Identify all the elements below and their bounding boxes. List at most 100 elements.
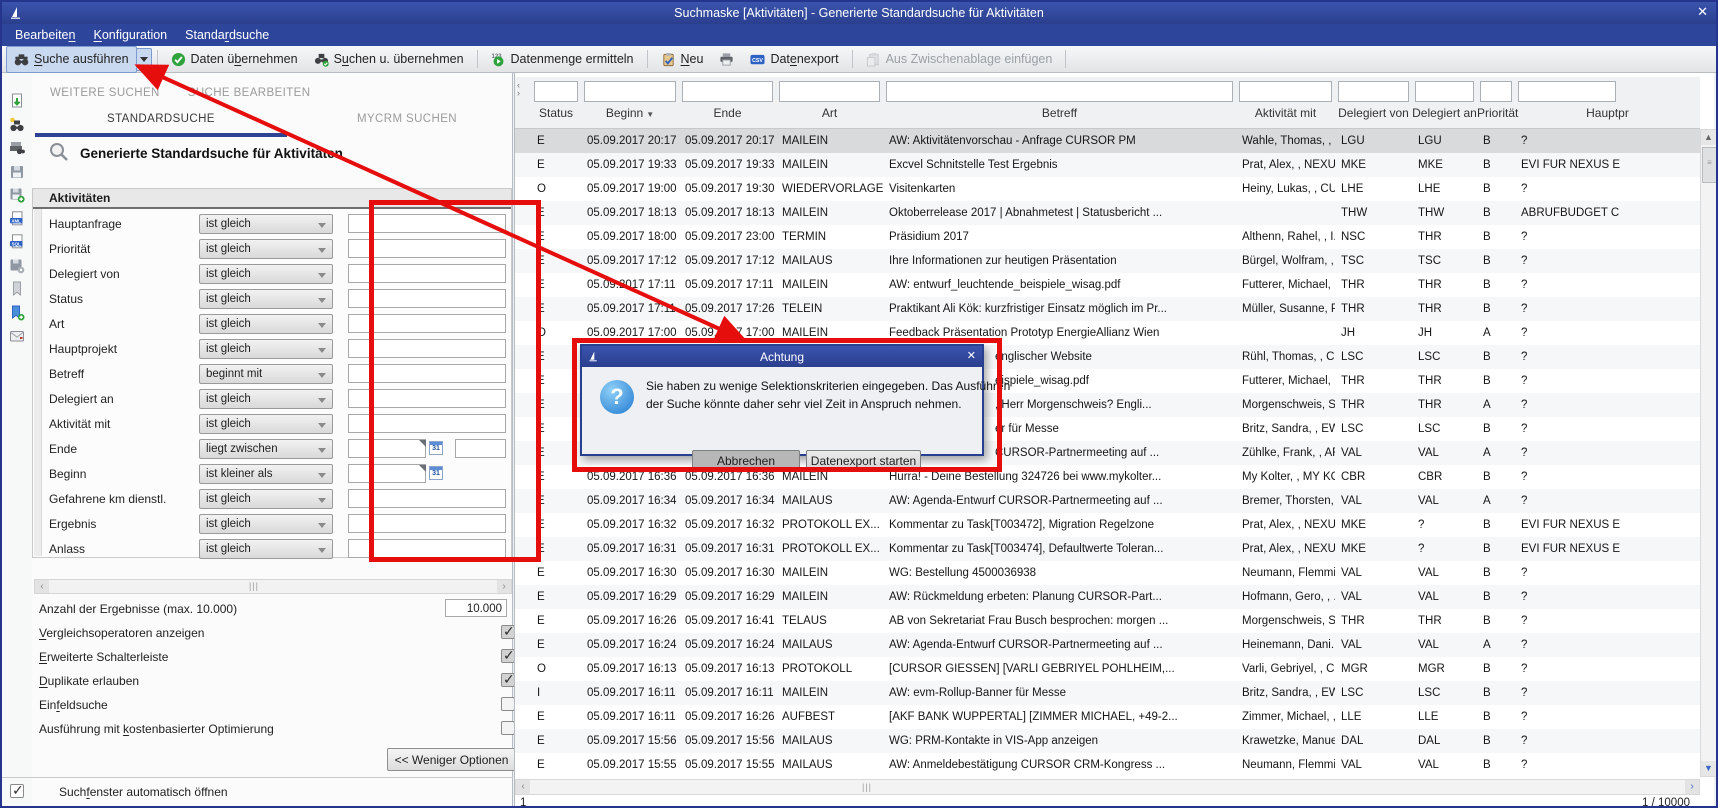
value-input[interactable] [348,389,506,408]
tab-weitere-suchen[interactable]: WEITERE SUCHEN [50,87,160,99]
table-row[interactable]: E05.09.2017 16:3205.09.2017 16:32PROTOKO… [515,513,1700,537]
table-row[interactable]: O05.09.2017 17:0005.09.2017 17:00MAILEIN… [515,321,1700,345]
scroll-left-icon[interactable]: ‹ [35,580,49,593]
datenmenge-ermitteln-button[interactable]: 123Datenmenge ermitteln [483,46,642,73]
filter-input-beginn[interactable] [584,81,676,102]
criteria-hscrollbar[interactable]: ‹ ||| › [34,579,512,594]
option-checkbox-erweiterte-schalterleiste[interactable] [501,649,515,663]
option-checkbox-duplikate-erlauben[interactable] [501,673,515,687]
value-input[interactable] [348,264,506,283]
filter-input-delvon[interactable] [1338,81,1409,102]
calendar-icon[interactable]: 31 [429,441,443,455]
table-row[interactable]: E05.09.2017 17:1205.09.2017 17:12MAILAUS… [515,249,1700,273]
operator-select[interactable]: ist gleich [199,314,333,334]
suchen-u-übernehmen-button[interactable]: Suchen u. übernehmen [306,46,472,73]
option-checkbox-vergleichsoperatoren-anzeigen[interactable] [501,625,515,639]
close-icon[interactable]: ✕ [1697,4,1708,20]
table-row[interactable]: E05.09.2017 17:1105.09.2017 17:26TELEINP… [515,297,1700,321]
filter-input-art[interactable] [779,81,880,102]
xml-export-icon[interactable]: XML [9,211,26,228]
value-input[interactable] [348,214,506,233]
table-row[interactable]: I05.09.2017 16:1105.09.2017 16:11MAILEIN… [515,681,1700,705]
operator-select[interactable]: ist gleich [199,239,333,259]
bookmark-icon[interactable] [9,281,26,298]
operator-select[interactable]: ist gleich [199,389,333,409]
suche-ausführen-button[interactable]: Suche ausführen [6,46,137,73]
table-hscrollbar[interactable]: ‹ ||| › [515,779,1700,795]
date-to-input[interactable] [455,439,506,458]
value-input[interactable] [348,489,506,508]
cancel-button[interactable]: Abbrechen [692,450,800,472]
daten-übernehmen-button[interactable]: Daten übernehmen [163,46,306,73]
filter-input-haupt[interactable] [1518,81,1616,102]
value-input[interactable] [348,364,506,383]
column-header-delan[interactable]: Delegiert an [1412,77,1477,128]
table-row[interactable]: O05.09.2017 16:1305.09.2017 16:13PROTOKO… [515,657,1700,681]
column-header-beginn[interactable]: Beginn▼ [581,77,679,128]
scroll-right-icon[interactable]: › [1685,780,1699,794]
column-header-akt[interactable]: Aktivität mit [1236,77,1335,128]
value-input[interactable] [348,514,506,533]
save-settings-icon[interactable] [9,258,26,275]
operator-select[interactable]: liegt zwischen [199,439,333,459]
operator-select[interactable]: ist gleich [199,414,333,434]
table-row[interactable]: E05.09.2017 18:0005.09.2017 23:00TERMINP… [515,225,1700,249]
datenexport-button[interactable]: CSVDatenexport [742,46,846,73]
scroll-down-icon[interactable]: ▼ [1701,761,1716,776]
tab-standardsuche[interactable]: STANDARDSUCHE [107,113,215,125]
value-input[interactable] [348,289,506,308]
save-icon[interactable] [9,164,26,181]
new-search-icon[interactable] [9,117,26,134]
table-row[interactable]: E05.09.2017 16:3105.09.2017 16:31PROTOKO… [515,537,1700,561]
menu-standardsuche[interactable]: Standardsuche [176,26,278,44]
operator-select[interactable]: ist gleich [199,339,333,359]
table-row[interactable]: E05.09.2017 16:3405.09.2017 16:34MAILAUS… [515,489,1700,513]
operator-select[interactable]: ist gleich [199,489,333,509]
value-input[interactable] [348,239,506,258]
table-row[interactable]: E05.09.2017 18:1305.09.2017 18:13MAILEIN… [515,201,1700,225]
print-button[interactable] [711,46,742,73]
option-checkbox-einfeldsuche[interactable] [501,697,515,711]
tab-suche-bearbeiten[interactable]: SUCHE BEARBEITEN [188,87,311,99]
date-from-input[interactable] [348,439,426,458]
table-row[interactable]: E05.09.2017 17:1105.09.2017 17:11MAILEIN… [515,273,1700,297]
table-vscrollbar[interactable]: ▲ ≡ ▼ [1700,129,1717,777]
column-header-status[interactable]: Status [531,77,581,128]
import-search-icon[interactable] [9,93,26,110]
filter-input-delan[interactable] [1415,81,1474,102]
table-row[interactable]: E05.09.2017 16:1105.09.2017 16:26AUFBEST… [515,705,1700,729]
scroll-grip[interactable]: ||| [856,783,878,792]
value-input[interactable] [348,339,506,358]
value-input[interactable] [348,314,506,333]
column-header-prio[interactable]: Priorität [1477,77,1515,128]
column-header-haupt[interactable]: Hauptpr [1515,77,1700,128]
date-input[interactable] [348,464,426,483]
scroll-left-icon[interactable]: ‹ [516,780,530,794]
menu-konfiguration[interactable]: Konfiguration [84,26,176,44]
filter-input-status[interactable] [534,81,578,102]
menu-bearbeiten[interactable]: Bearbeiten [6,26,84,44]
column-header-art[interactable]: Art [776,77,883,128]
filter-input-betreff[interactable] [886,81,1233,102]
table-row[interactable]: E05.09.2017 15:5605.09.2017 15:56MAILAUS… [515,729,1700,753]
filter-input-ende[interactable] [682,81,773,102]
operator-select[interactable]: ist kleiner als [199,464,333,484]
start-export-button[interactable]: Datenexport starten [806,450,921,472]
less-options-button[interactable]: << Weniger Optionen [387,748,516,771]
filter-input-prio[interactable] [1480,81,1512,102]
calendar-icon[interactable]: 31 [429,466,443,480]
nav-prev-icon[interactable]: ‹› [517,81,520,97]
table-row[interactable]: E05.09.2017 16:2905.09.2017 16:29MAILEIN… [515,585,1700,609]
operator-select[interactable]: beginnt mit [199,364,333,384]
scroll-up-icon[interactable]: ▲ [1701,130,1716,145]
table-row[interactable]: E05.09.2017 16:2405.09.2017 16:24MAILAUS… [515,633,1700,657]
operator-select[interactable]: ist gleich [199,214,333,234]
filter-input-akt[interactable] [1239,81,1332,102]
close-icon[interactable]: ✕ [967,349,976,362]
operator-select[interactable]: ist gleich [199,264,333,284]
scroll-grip[interactable]: ||| [243,582,265,591]
operator-select[interactable]: ist gleich [199,289,333,309]
sql-icon[interactable]: SQL [9,234,26,251]
neu-button[interactable]: Neu [653,46,712,73]
tab-mycrm-suchen[interactable]: MYCRM SUCHEN [357,113,457,125]
